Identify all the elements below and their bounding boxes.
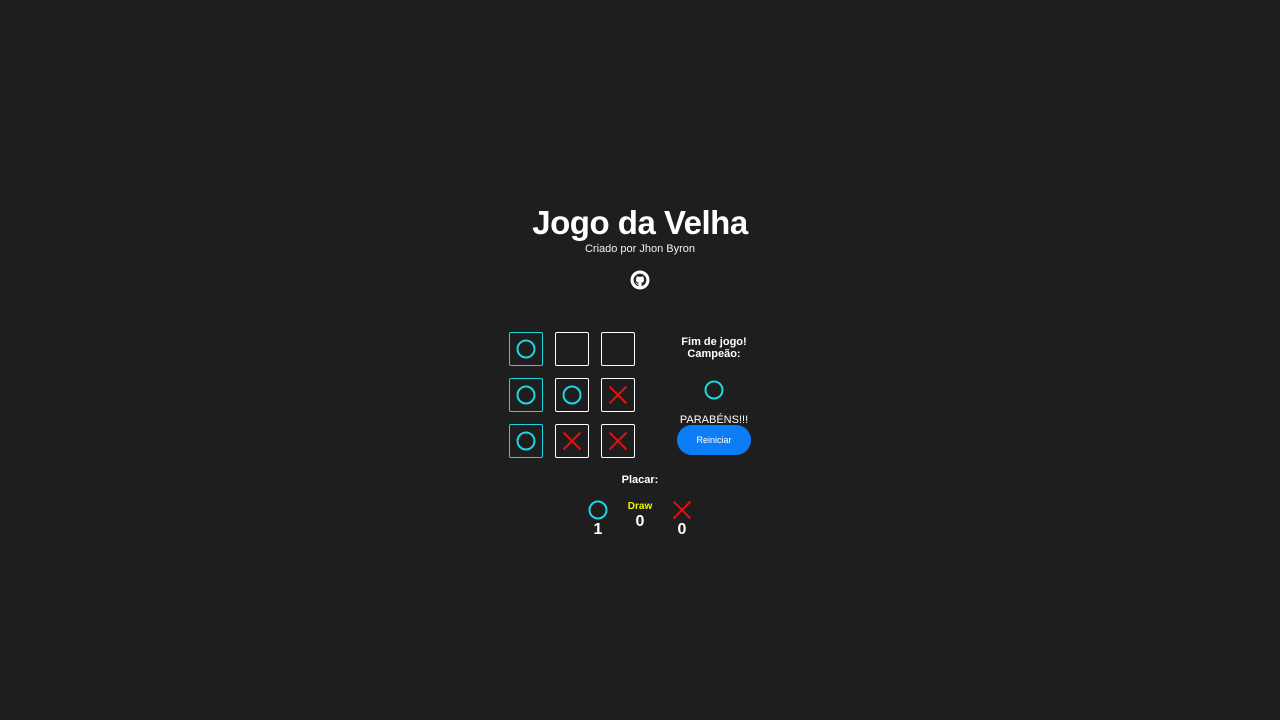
result-title: Fim de jogo! Campeão:: [681, 336, 747, 360]
board-cell[interactable]: [509, 378, 543, 412]
board-cell[interactable]: [601, 424, 635, 458]
draw-label: Draw: [627, 501, 653, 512]
score-o-value: 1: [593, 521, 603, 538]
x-icon: [671, 499, 693, 521]
score-o: 1: [578, 499, 618, 539]
o-icon: [516, 385, 536, 405]
board-cell[interactable]: [555, 378, 589, 412]
x-icon: [608, 385, 628, 405]
o-icon: [516, 339, 536, 359]
x-icon: [608, 431, 628, 451]
o-icon: [562, 385, 582, 405]
score-x: 0: [662, 499, 702, 539]
author-credit: Criado por Jhon Byron: [584, 243, 696, 255]
board-cell[interactable]: [555, 332, 589, 366]
github-icon[interactable]: [630, 270, 650, 290]
o-icon: [516, 431, 536, 451]
result-panel: Fim de jogo! Campeão: PARABÉNS!!!: [654, 336, 774, 426]
restart-button[interactable]: Reiniciar: [677, 425, 751, 455]
score-label: Placar:: [621, 474, 659, 486]
game-page: Jogo da Velha Criado por Jhon Byron Fim …: [0, 0, 1280, 720]
score-x-value: 0: [677, 521, 687, 538]
board-cell[interactable]: [601, 332, 635, 366]
winner-o-icon: [703, 379, 725, 401]
page-title: Jogo da Velha: [532, 204, 748, 241]
o-icon: [587, 499, 609, 521]
board-cell[interactable]: [601, 378, 635, 412]
game-board: [509, 332, 638, 461]
x-icon: [562, 431, 582, 451]
board-cell[interactable]: [509, 332, 543, 366]
score-draw: Draw 0: [620, 501, 660, 531]
score-draw-value: 0: [635, 513, 645, 530]
board-cell[interactable]: [509, 424, 543, 458]
board-cell[interactable]: [555, 424, 589, 458]
